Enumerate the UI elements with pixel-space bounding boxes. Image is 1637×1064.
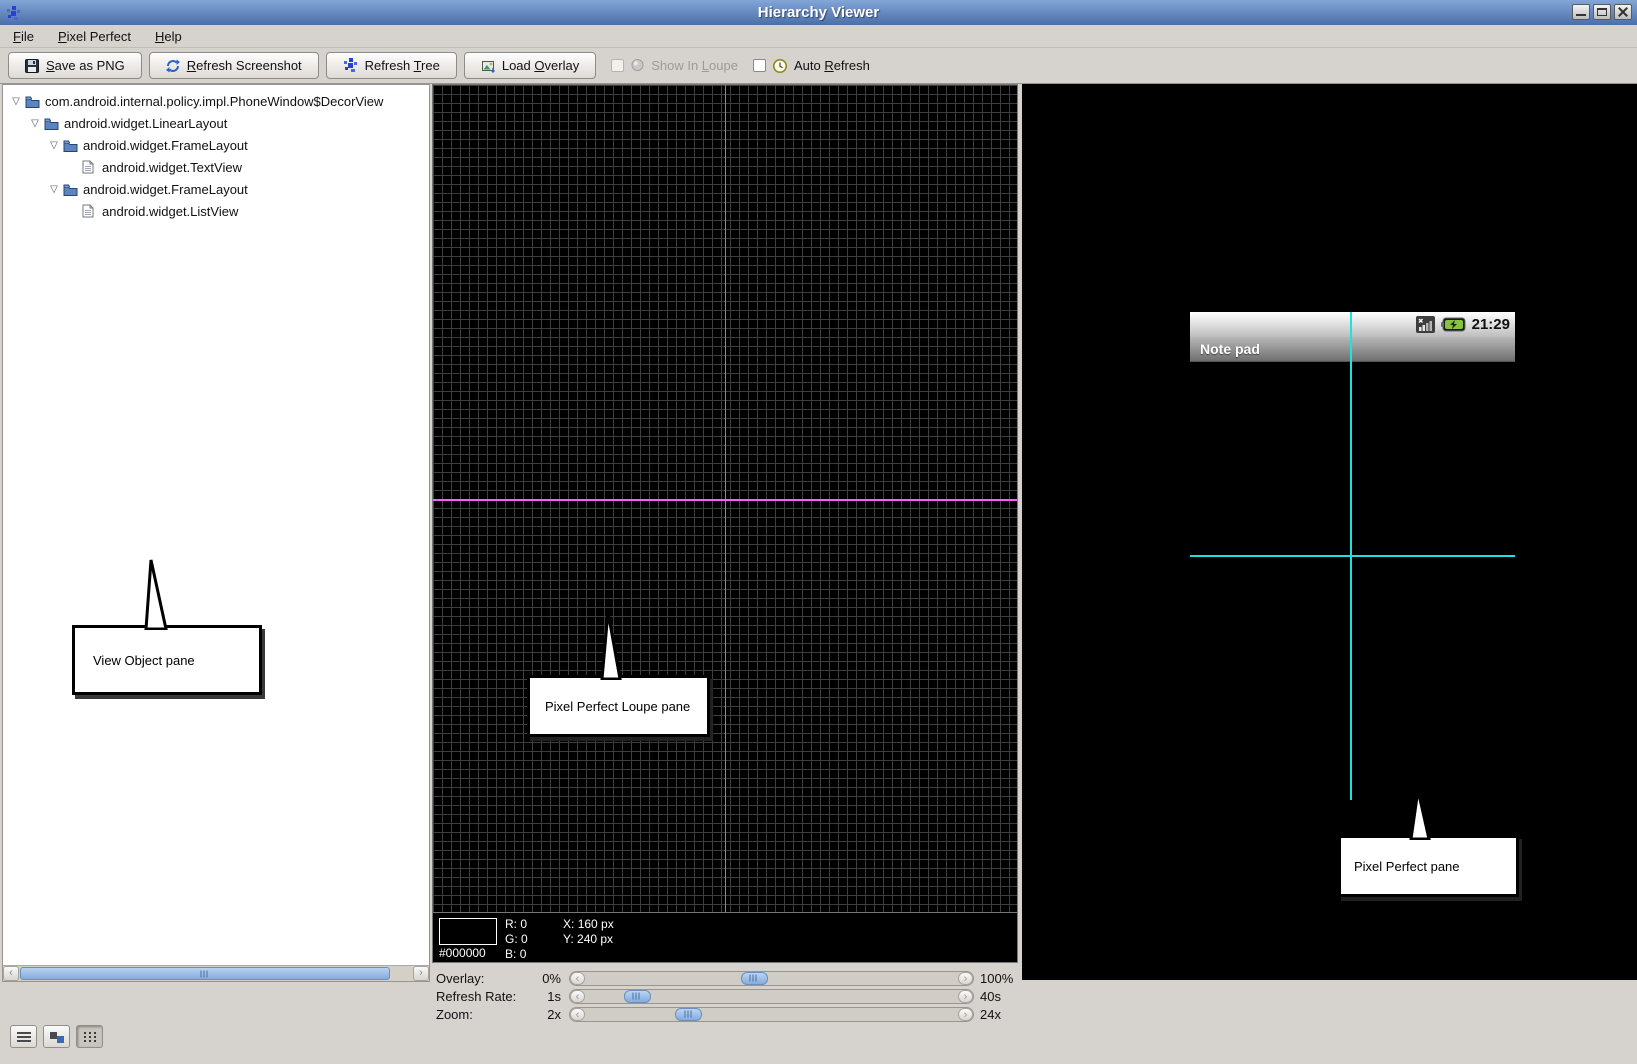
loupe-info-bar: #000000 R: 0 G: 0 B: 0 X: 160 px Y: 240 … <box>432 913 1018 963</box>
expand-arrow-icon[interactable]: ▽ <box>26 118 44 129</box>
slider-left-icon[interactable]: ‹ <box>570 1008 585 1021</box>
tree-view-button[interactable] <box>10 1025 37 1048</box>
folder-icon <box>63 183 80 196</box>
loupe-crosshair-horizontal <box>433 499 1017 501</box>
tree-item[interactable]: ▽ android.widget.FrameLayout <box>3 134 429 156</box>
overlay-icon <box>481 59 495 73</box>
callout-tail <box>142 558 172 630</box>
overlay-max: 100% <box>980 971 1018 986</box>
scroll-right-icon[interactable]: › <box>413 966 429 981</box>
menu-help[interactable]: Help <box>152 27 185 46</box>
expand-arrow-icon[interactable]: ▽ <box>7 96 25 107</box>
list-view-icon <box>17 1032 31 1042</box>
refresh-rate-slider-thumb[interactable] <box>624 990 651 1003</box>
close-button[interactable] <box>1614 4 1632 20</box>
show-in-loupe-checkbox[interactable] <box>611 59 624 72</box>
pp-crosshair-horizontal <box>1190 555 1515 557</box>
refresh-screenshot-button[interactable]: Refresh Screenshot <box>149 52 319 79</box>
auto-refresh-checkbox[interactable] <box>753 59 766 72</box>
loupe-controls: Overlay: 0% ‹ › 100% Refresh Rate: 1s ‹ … <box>432 963 1018 1023</box>
tree-item[interactable]: android.widget.ListView <box>3 200 429 222</box>
minimize-button[interactable] <box>1572 4 1590 20</box>
tree-item[interactable]: android.widget.TextView <box>3 156 429 178</box>
document-icon <box>82 160 99 174</box>
zoom-slider-thumb[interactable] <box>675 1008 702 1021</box>
expand-arrow-icon[interactable]: ▽ <box>45 140 63 151</box>
hierarchy-tree: ▽ com.android.internal.policy.impl.Phone… <box>3 85 429 222</box>
folder-icon <box>25 95 42 108</box>
refresh-rate-max: 40s <box>980 989 1018 1004</box>
pixel-perfect-view-button[interactable] <box>76 1025 103 1048</box>
slider-right-icon[interactable]: › <box>958 972 973 985</box>
battery-icon <box>1441 317 1466 332</box>
view-switcher <box>10 1025 103 1048</box>
auto-refresh-group: Auto Refresh <box>753 58 870 74</box>
signal-icon <box>1416 316 1435 333</box>
refresh-rate-label: Refresh Rate: <box>432 989 529 1004</box>
device-clock: 21:29 <box>1472 316 1510 333</box>
folder-icon <box>44 117 61 130</box>
pixel-perfect-pane[interactable]: 21:29 Note pad <box>1022 84 1637 980</box>
scrollbar-thumb[interactable] <box>20 967 390 980</box>
overlay-value: 0% <box>529 971 561 986</box>
tree-item[interactable]: ▽ android.widget.LinearLayout <box>3 112 429 134</box>
color-swatch <box>439 918 497 945</box>
loupe-grid[interactable] <box>432 84 1018 913</box>
view-object-pane: ▽ com.android.internal.policy.impl.Phone… <box>2 84 430 982</box>
slider-right-icon[interactable]: › <box>958 1008 973 1021</box>
rgb-readout: R: 0 G: 0 B: 0 <box>505 913 563 962</box>
menu-pixel-perfect[interactable]: Pixel Perfect <box>55 27 134 46</box>
slider-left-icon[interactable]: ‹ <box>570 972 585 985</box>
slider-right-icon[interactable]: › <box>958 990 973 1003</box>
scroll-left-icon[interactable]: ‹ <box>3 966 19 981</box>
layout-view-button[interactable] <box>43 1025 70 1048</box>
xy-readout: X: 160 px Y: 240 px <box>563 913 614 962</box>
folder-icon <box>63 139 80 152</box>
window-title: Hierarchy Viewer <box>0 4 1637 21</box>
grid-view-icon <box>84 1032 86 1034</box>
expand-arrow-icon[interactable]: ▽ <box>45 184 63 195</box>
hierarchy-viewer-window: Hierarchy Viewer File Pixel Perfect Help… <box>0 0 1637 1064</box>
maximize-button[interactable] <box>1593 4 1611 20</box>
toolbar: Save as PNG Refresh Screenshot Refresh T… <box>0 48 1637 84</box>
load-overlay-button[interactable]: Load Overlay <box>464 52 596 79</box>
auto-refresh-label: Auto Refresh <box>794 58 870 73</box>
pixel-perfect-pane-callout: Pixel Perfect pane <box>1338 835 1519 897</box>
clock-icon <box>772 58 788 74</box>
callout-tail <box>1406 788 1434 840</box>
tree-item[interactable]: ▽ android.widget.FrameLayout <box>3 178 429 200</box>
show-in-loupe-group: Show In Loupe <box>611 58 738 73</box>
zoom-max: 24x <box>980 1007 1018 1022</box>
refresh-tree-button[interactable]: Refresh Tree <box>326 52 457 79</box>
refresh-rate-slider[interactable]: ‹ › <box>569 989 974 1004</box>
document-icon <box>82 204 99 218</box>
floppy-icon <box>25 59 39 73</box>
refresh-icon <box>166 59 180 73</box>
overlay-label: Overlay: <box>432 971 529 986</box>
overlay-slider-thumb[interactable] <box>741 972 768 985</box>
view-object-pane-callout: View Object pane <box>72 625 262 695</box>
pixel-perfect-loupe-pane: #000000 R: 0 G: 0 B: 0 X: 160 px Y: 240 … <box>432 84 1018 1019</box>
save-as-png-button[interactable]: Save as PNG <box>8 52 142 79</box>
callout-tail <box>596 610 624 680</box>
slider-left-icon[interactable]: ‹ <box>570 990 585 1003</box>
zoom-value: 2x <box>529 1007 561 1022</box>
device-screenshot[interactable]: 21:29 Note pad <box>1190 312 1515 800</box>
show-in-loupe-label: Show In Loupe <box>651 58 738 73</box>
loupe-icon <box>630 58 645 73</box>
color-hex: #000000 <box>439 946 505 960</box>
menu-bar: File Pixel Perfect Help <box>0 25 1637 48</box>
tree-icon <box>343 58 358 73</box>
menu-file[interactable]: File <box>10 27 37 46</box>
title-bar: Hierarchy Viewer <box>0 0 1637 25</box>
tree-item[interactable]: ▽ com.android.internal.policy.impl.Phone… <box>3 90 429 112</box>
loupe-pane-callout: Pixel Perfect Loupe pane <box>527 675 710 737</box>
refresh-rate-value: 1s <box>529 989 561 1004</box>
overlay-slider[interactable]: ‹ › <box>569 971 974 986</box>
zoom-label: Zoom: <box>432 1007 529 1022</box>
zoom-slider[interactable]: ‹ › <box>569 1007 974 1022</box>
tree-horizontal-scrollbar[interactable]: ‹ › <box>3 965 429 981</box>
device-app-title: Note pad <box>1190 337 1515 362</box>
device-status-bar: 21:29 <box>1190 312 1515 337</box>
